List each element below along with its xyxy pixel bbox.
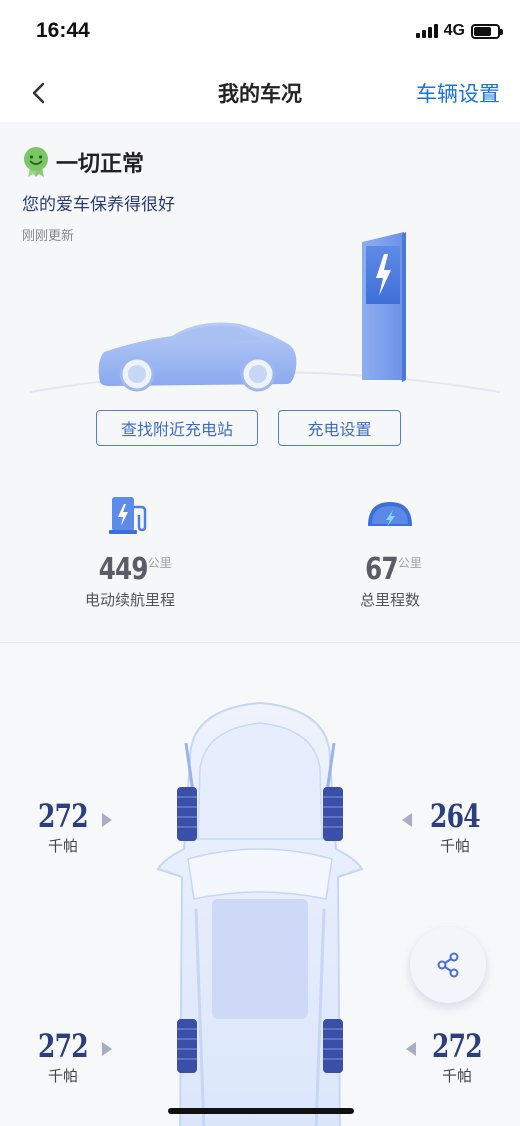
range-label: 电动续航里程 [84,591,175,609]
health-subtitle: 您的爱车保养得很好 [22,195,175,215]
odometer-unit: 公里 [397,556,422,570]
signal-icon [415,24,438,38]
charge-settings-button[interactable]: 充电设置 [278,410,401,446]
smiley-badge-icon [24,147,48,177]
odometer-value: 67 [365,552,398,587]
vehicle-status-section: 一切正常 您的爱车保养得很好 刚刚更新 查找附近充电站 充电设置 449 公里 … [0,122,520,642]
status-time: 16:44 [36,19,90,42]
status-bar: 16:44 4G [0,0,520,62]
health-status: 一切正常 [22,146,144,178]
range-stat: 449 公里 电动续航里程 [30,492,230,610]
tire-rear-left-unit: 千帕 [47,1067,78,1085]
battery-icon [471,23,503,39]
tire-rear-right-unit: 千帕 [441,1067,472,1085]
triangle-right-icon [102,813,112,827]
charging-pile-icon [109,497,147,534]
tire-rear-left: 272 千帕 [18,1027,108,1086]
share-button[interactable] [410,927,486,1003]
find-charging-station-button[interactable]: 查找附近充电站 [96,410,258,446]
tire-front-left-value: 272 [38,797,89,835]
gauge-icon [368,502,412,527]
tire-rear-right-value: 272 [432,1027,483,1065]
home-indicator[interactable] [168,1108,354,1114]
tire-front-left: 272 千帕 [18,797,108,856]
tire-front-right-value: 264 [430,797,481,835]
triangle-left-icon [406,1042,416,1056]
triangle-left-icon [402,813,412,827]
tire-rear-left-value: 272 [38,1027,89,1065]
range-unit: 公里 [147,556,172,570]
share-icon [437,952,459,978]
status-indicators: 4G [415,22,503,40]
network-type: 4G [443,22,465,39]
tire-rear-right: 272 千帕 [412,1027,502,1086]
car-charging-illustration [0,232,520,402]
navigation-bar: 我的车况 车辆设置 [0,62,520,122]
triangle-right-icon [102,1042,112,1056]
range-value: 449 [98,552,149,587]
health-title: 一切正常 [56,152,145,177]
car-top-view-illustration [156,701,364,1126]
tire-front-right: 264 千帕 [410,797,500,856]
vehicle-settings-link[interactable]: 车辆设置 [416,78,500,108]
tire-front-left-unit: 千帕 [47,837,78,855]
tire-front-right-unit: 千帕 [439,837,470,855]
tire-pressure-section: 272 千帕 264 千帕 272 千帕 272 千帕 [0,643,520,1126]
odometer-stat: 67 公里 总里程数 [290,492,490,610]
odometer-label: 总里程数 [359,591,420,609]
